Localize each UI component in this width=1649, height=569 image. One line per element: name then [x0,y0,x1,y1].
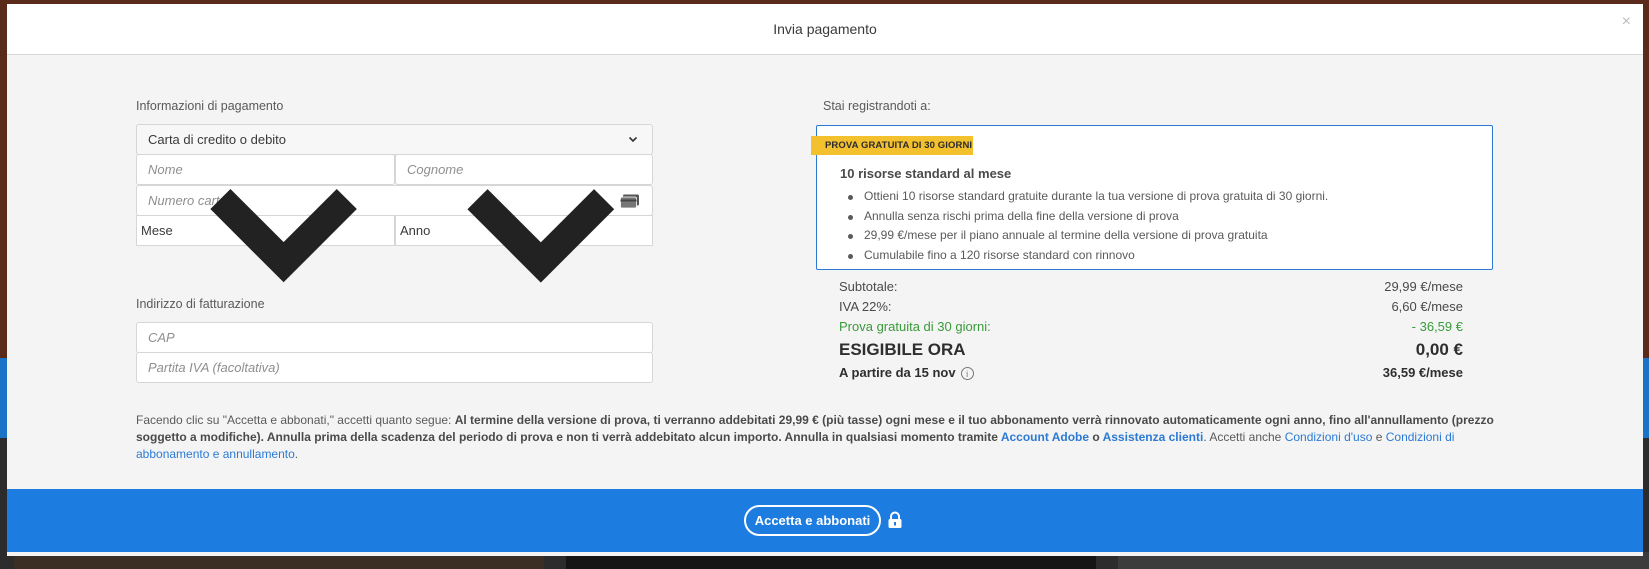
zip-field[interactable]: CAP [136,322,653,353]
due-now-value: 0,00 € [1415,340,1463,359]
modal-title: Invia pagamento [773,21,877,37]
billing-section-label: Indirizzo di fatturazione [136,297,265,311]
legal-accept-also: . Accetti anche [1203,430,1285,444]
legal-terms-text: Facendo clic su "Accetta e abbonati," ac… [136,412,1496,463]
legal-or: o [1089,430,1103,444]
due-now-label: ESIGIBILE ORA [839,340,966,359]
plan-feature: Ottieni 10 risorse standard gratuite dur… [847,187,1328,207]
vat-label: IVA 22%: [839,299,892,314]
plan-feature: Annulla senza rischi prima della fine de… [847,207,1328,227]
legal-and: e [1372,430,1386,444]
recurring-label: A partire da 15 nov [839,365,956,380]
lock-icon [888,511,902,528]
year-value: Anno [400,223,431,238]
subtotal-row: Subtotale: 29,99 €/mese [839,279,1463,294]
subtotal-label: Subtotale: [839,279,898,294]
plan-feature-list: Ottieni 10 risorse standard gratuite dur… [847,187,1328,266]
trial-discount-label: Prova gratuita di 30 giorni: [839,319,991,334]
vat-row: IVA 22%: 6,60 €/mese [839,299,1463,314]
payment-section-label: Informazioni di pagamento [136,99,284,113]
plan-title: 10 risorse standard al mese [840,166,1012,181]
legal-intro: Facendo clic su "Accetta e abbonati," ac… [136,413,455,427]
account-adobe-link[interactable]: Account Adobe [1001,430,1089,444]
recurring-row: A partire da 15 nov i 36,59 €/mese [839,365,1463,381]
subtotal-value: 29,99 €/mese [1384,279,1463,294]
due-now-row: ESIGIBILE ORA 0,00 € [839,340,1463,360]
legal-end: . [294,447,299,461]
recurring-value: 36,59 €/mese [1382,365,1463,380]
modal-footer: Accetta e abbonati [7,489,1643,552]
trial-discount-row: Prova gratuita di 30 giorni: - 36,59 € [839,319,1463,334]
accept-subscribe-button[interactable]: Accetta e abbonati [744,505,881,536]
terms-of-use-link[interactable]: Condizioni d'uso [1285,430,1373,444]
plan-feature: 29,99 €/mese per il piano annuale al ter… [847,226,1328,246]
vat-number-field[interactable]: Partita IVA (facoltativa) [136,352,653,383]
trial-discount-value: - 36,59 € [1411,319,1463,334]
modal-header: Invia pagamento × [7,4,1643,55]
close-icon[interactable]: × [1622,14,1631,30]
plan-feature: Cumulabile fino a 120 risorse standard c… [847,246,1328,266]
info-icon[interactable]: i [960,367,974,381]
zip-placeholder: CAP [148,330,175,345]
vat-value: 6,60 €/mese [1391,299,1463,314]
month-value: Mese [141,223,173,238]
recurring-label-wrap: A partire da 15 nov i [839,365,974,381]
customer-support-link[interactable]: Assistenza clienti [1103,430,1204,444]
year-select[interactable]: Anno [395,188,653,283]
trial-badge: PROVA GRATUITA DI 30 GIORNI [811,136,973,155]
chevron-down-icon [467,188,615,283]
vat-placeholder: Partita IVA (facoltativa) [148,360,280,375]
plan-section-label: Stai registrandoti a: [823,99,931,113]
month-select[interactable]: Mese [136,188,395,283]
